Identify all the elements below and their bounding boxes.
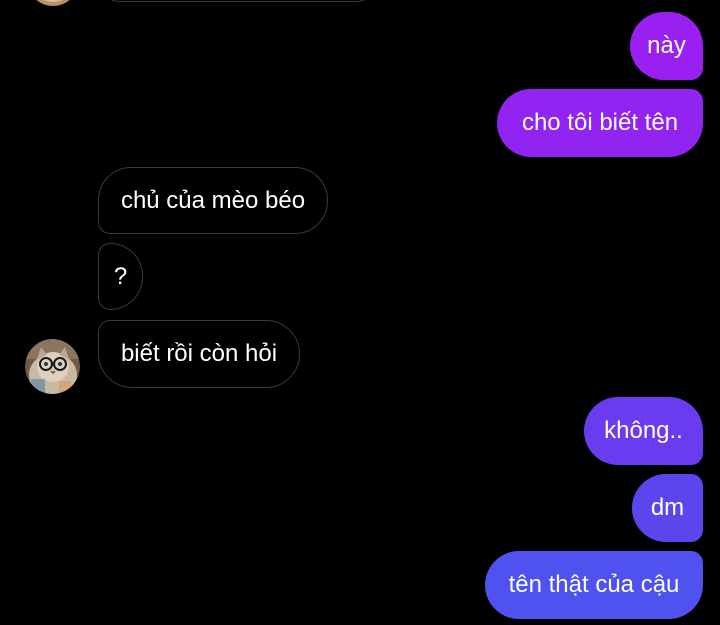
message-text: tên thật của cậu xyxy=(508,571,680,598)
message-text: biết rồi còn hỏi xyxy=(120,340,278,367)
message-bubble-partial[interactable] xyxy=(100,0,376,2)
message-text: ? xyxy=(113,262,128,290)
message-bubble-outgoing[interactable]: không.. xyxy=(584,397,703,465)
message-bubble-outgoing[interactable]: dm xyxy=(632,474,703,542)
message-bubble-outgoing[interactable]: tên thật của cậu xyxy=(485,551,703,619)
message-thread[interactable]: này cho tôi biết tên chủ của mèo béo ? b… xyxy=(0,0,720,625)
message-bubble-outgoing[interactable]: cho tôi biết tên xyxy=(497,89,703,157)
message-text: cho tôi biết tên xyxy=(521,109,679,136)
message-text: này xyxy=(647,32,686,59)
contact-avatar-partial[interactable] xyxy=(27,0,79,8)
cat-avatar-partial-icon xyxy=(36,0,70,6)
contact-avatar[interactable] xyxy=(25,339,80,394)
message-text: dm xyxy=(650,494,685,521)
message-bubble-outgoing[interactable]: này xyxy=(630,12,703,80)
cat-with-glasses-avatar-icon xyxy=(25,339,80,394)
message-bubble-incoming[interactable]: ? xyxy=(98,243,143,310)
message-text: chủ của mèo béo xyxy=(120,186,306,214)
message-text: không.. xyxy=(604,417,683,444)
message-bubble-incoming[interactable]: biết rồi còn hỏi xyxy=(98,320,300,388)
message-bubble-incoming[interactable]: chủ của mèo béo xyxy=(98,167,328,234)
